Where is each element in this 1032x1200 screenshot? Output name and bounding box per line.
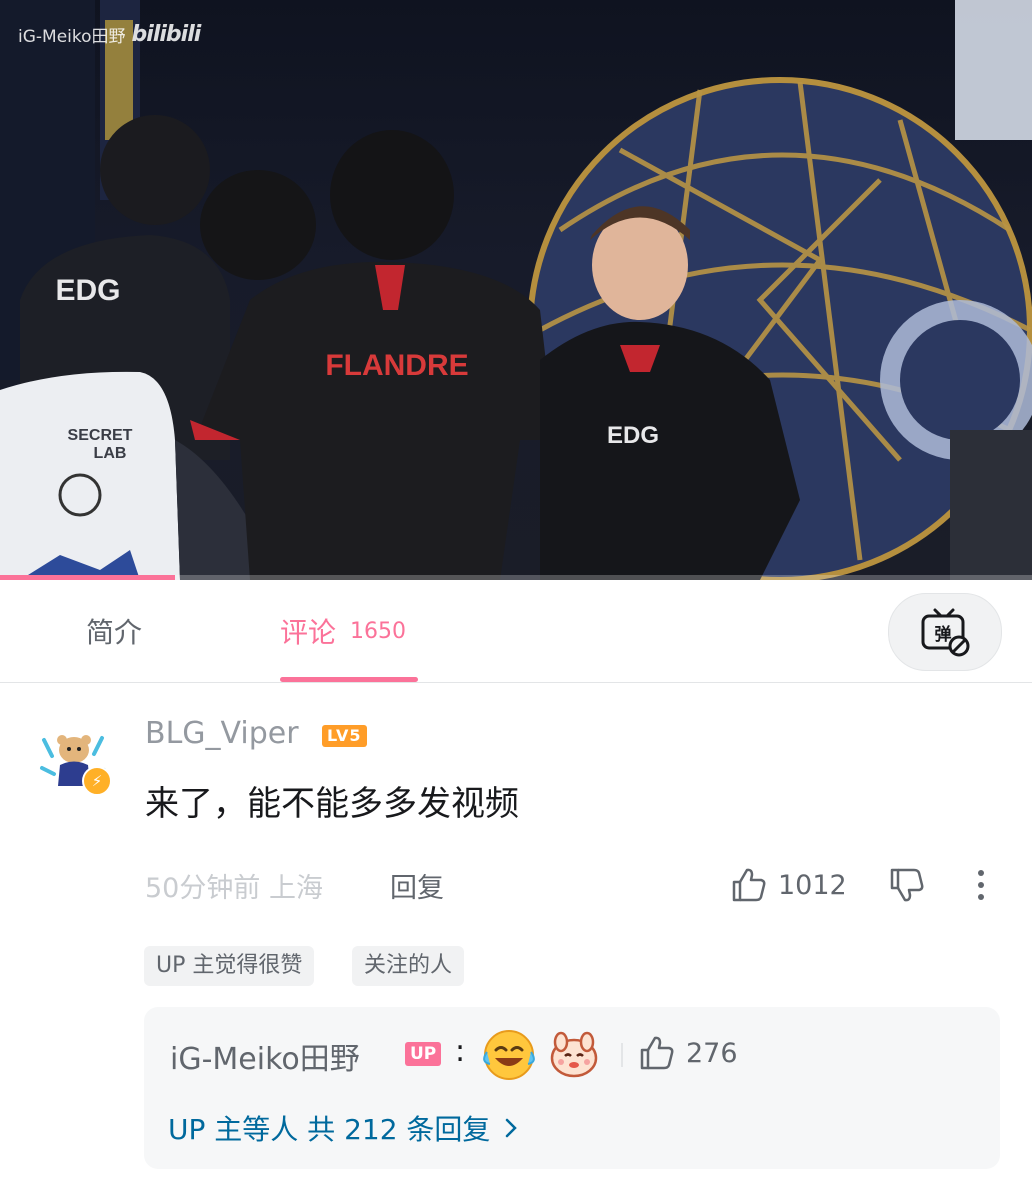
team-logo-right: EDG (607, 422, 659, 449)
video-player[interactable]: iG-Meiko田野 bilibili FLANDRE EDG EDG SECR… (0, 0, 1032, 580)
comment-text: 来了，能不能多多发视频 (145, 784, 519, 824)
svg-text:弹: 弹 (935, 624, 952, 645)
tag-following: 关注的人 (352, 946, 465, 986)
chair-brand-line2: LAB (94, 445, 127, 462)
lightning-badge-icon: ⚡ (82, 766, 112, 796)
tab-active-indicator (280, 677, 418, 682)
more-options-button[interactable] (966, 866, 996, 908)
jersey-name: FLANDRE (325, 349, 468, 382)
reply-username[interactable]: iG-Meiko田野 (170, 1034, 360, 1078)
danmaku-toggle-button[interactable]: 弹 (888, 593, 1002, 671)
tab-comments[interactable]: 评论 1650 (280, 580, 406, 682)
like-count: 1012 (778, 869, 847, 901)
thumbs-down-icon (890, 868, 924, 902)
reply-like-button[interactable]: 276 (638, 1034, 738, 1072)
thumbs-up-icon (732, 868, 766, 902)
dislike-button[interactable] (888, 866, 926, 908)
thumbs-up-icon (640, 1036, 674, 1070)
video-text-overlay: FLANDRE EDG EDG SECRET LAB (55, 274, 659, 462)
reply-colon: : (455, 1034, 466, 1069)
like-button[interactable]: 1012 (730, 866, 847, 904)
reply-button[interactable]: 回复 (390, 866, 444, 905)
team-logo-left: EDG (55, 274, 120, 307)
view-replies-link[interactable]: UP 主等人 共 212 条回复 (168, 1108, 520, 1148)
tab-comments-label: 评论 (280, 616, 337, 649)
comment-time: 50分钟前 (145, 873, 261, 904)
view-replies-text: UP 主等人 共 212 条回复 (168, 1113, 491, 1146)
cartoon-sticker-icon (545, 1028, 603, 1086)
laughing-crying-emoji-icon (482, 1028, 536, 1086)
comments-count: 1650 (350, 618, 407, 644)
reply-like-count: 276 (686, 1037, 738, 1069)
user-level-badge: LV5 (322, 725, 367, 747)
comment-username[interactable]: BLG_Viper (145, 716, 299, 751)
tab-bar: 简介 评论 1650 (0, 580, 1032, 683)
up-badge: UP (405, 1042, 442, 1066)
tab-intro[interactable]: 简介 (86, 580, 142, 682)
comment-location: 上海 (268, 873, 323, 904)
divider (621, 1043, 623, 1067)
chevron-right-icon (506, 1118, 518, 1138)
more-vertical-icon (978, 870, 984, 900)
danmaku-off-icon: 弹 (921, 608, 970, 657)
chair-brand-line1: SECRET (68, 427, 133, 444)
comment-meta: 50分钟前 上海 (145, 866, 323, 905)
tab-intro-label: 简介 (86, 616, 143, 649)
tag-up-liked: UP 主觉得很赞 (144, 946, 315, 986)
